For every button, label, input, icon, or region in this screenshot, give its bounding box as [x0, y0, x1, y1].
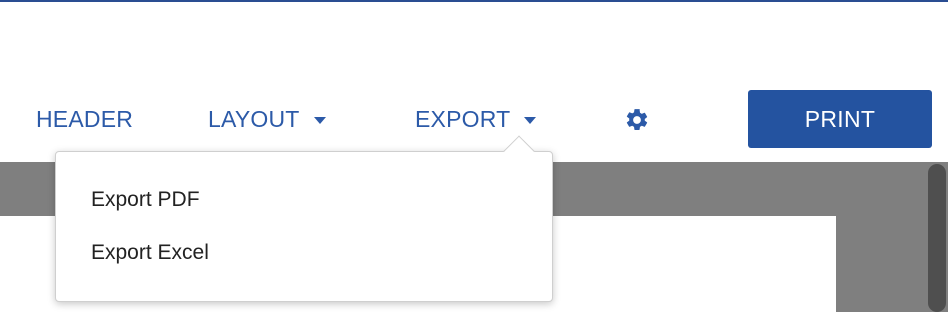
export-dropdown-button[interactable]: EXPORT [415, 105, 537, 132]
layout-dropdown-button[interactable]: LAYOUT [208, 106, 326, 132]
print-button[interactable]: PRINT [748, 90, 932, 148]
menu-item-export-excel[interactable]: Export Excel [91, 241, 209, 265]
caret-down-icon [524, 116, 537, 124]
settings-button[interactable] [624, 107, 650, 133]
export-label: EXPORT [415, 105, 511, 132]
export-menu: Export PDF Export Excel [55, 151, 553, 302]
caret-down-icon [313, 116, 326, 124]
toolbar: HEADER LAYOUT EXPORT PRINT [0, 88, 948, 150]
scrollbar-thumb[interactable] [928, 164, 946, 312]
header-button[interactable]: HEADER [36, 106, 133, 132]
layout-label: LAYOUT [208, 105, 300, 132]
top-border [0, 0, 948, 2]
header-label: HEADER [36, 105, 134, 132]
menu-item-export-pdf[interactable]: Export PDF [91, 188, 200, 212]
gear-icon [626, 109, 648, 130]
